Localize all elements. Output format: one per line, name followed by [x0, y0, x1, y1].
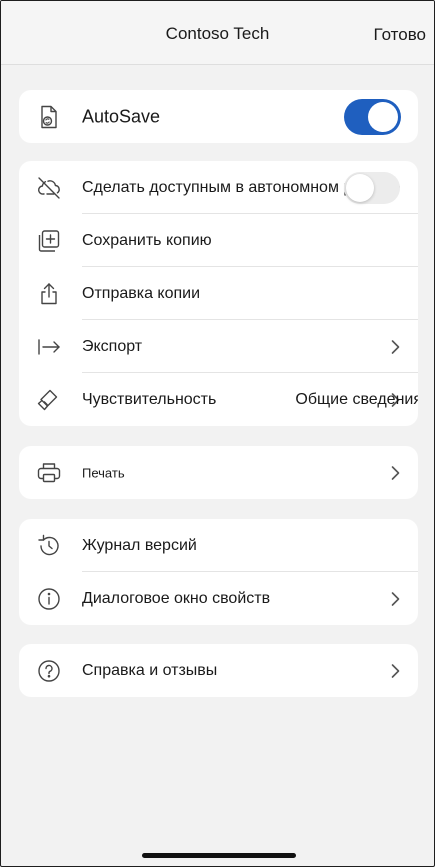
chevron-right-icon: [391, 465, 400, 480]
export-label: Экспорт: [82, 337, 143, 355]
offline-toggle[interactable]: [344, 171, 400, 204]
chevron-right-icon: [391, 663, 400, 678]
chevron-right-icon: [391, 591, 400, 606]
save-copy-row[interactable]: Сохранить копию: [19, 214, 418, 267]
sheet-title: Contoso Tech: [165, 24, 270, 43]
autosave-label: AutoSave: [82, 106, 161, 126]
print-row[interactable]: Печать: [19, 446, 418, 499]
help-icon: [36, 658, 62, 684]
sensitivity-value: Общие сведения: [295, 390, 418, 408]
sensitivity-label: Чувствительность: [82, 390, 217, 408]
done-button[interactable]: Готово: [374, 25, 427, 45]
sensitivity-icon: [36, 387, 62, 413]
send-copy-row[interactable]: Отправка копии: [19, 267, 418, 320]
export-icon: [36, 334, 62, 360]
info-icon: [36, 586, 62, 612]
send-copy-label: Отправка копии: [82, 284, 201, 302]
print-label: Печать: [82, 465, 125, 480]
share-icon: [36, 281, 62, 307]
help-label: Справка и отзывы: [82, 661, 218, 679]
autosave-document-icon: [36, 104, 62, 130]
chevron-right-icon: [391, 339, 400, 354]
home-indicator[interactable]: [142, 853, 296, 858]
sensitivity-row[interactable]: Чувствительность Общие сведения: [19, 373, 418, 426]
properties-label: Диалоговое окно свойств: [82, 589, 271, 607]
version-history-row[interactable]: Журнал версий: [19, 519, 418, 572]
autosave-card: AutoSave: [19, 90, 418, 143]
autosave-toggle-knob: [368, 101, 398, 132]
history-icon: [36, 533, 62, 559]
cloud-off-icon: [36, 175, 62, 201]
offline-row[interactable]: Сделать доступным в автономном режиме: [19, 161, 418, 214]
help-card: Справка и отзывы: [19, 644, 418, 697]
help-row[interactable]: Справка и отзывы: [19, 644, 418, 697]
settings-sheet: Contoso Tech Готово AutoSave Сделать дос…: [0, 0, 435, 867]
export-row[interactable]: Экспорт: [19, 320, 418, 373]
properties-row[interactable]: Диалоговое окно свойств: [19, 572, 418, 625]
save-copy-icon: [36, 228, 62, 254]
autosave-row: AutoSave: [19, 90, 418, 143]
print-card: Печать: [19, 446, 418, 499]
version-history-label: Журнал версий: [82, 536, 197, 554]
info-card: Журнал версий Диалоговое окно свойств: [19, 519, 418, 625]
autosave-toggle[interactable]: [344, 98, 401, 135]
printer-icon: [36, 460, 62, 486]
save-copy-label: Сохранить копию: [82, 231, 212, 249]
header-bar: Contoso Tech Готово: [1, 1, 434, 65]
file-actions-card: Сделать доступным в автономном режиме Со…: [19, 161, 418, 426]
offline-toggle-knob: [346, 173, 374, 202]
